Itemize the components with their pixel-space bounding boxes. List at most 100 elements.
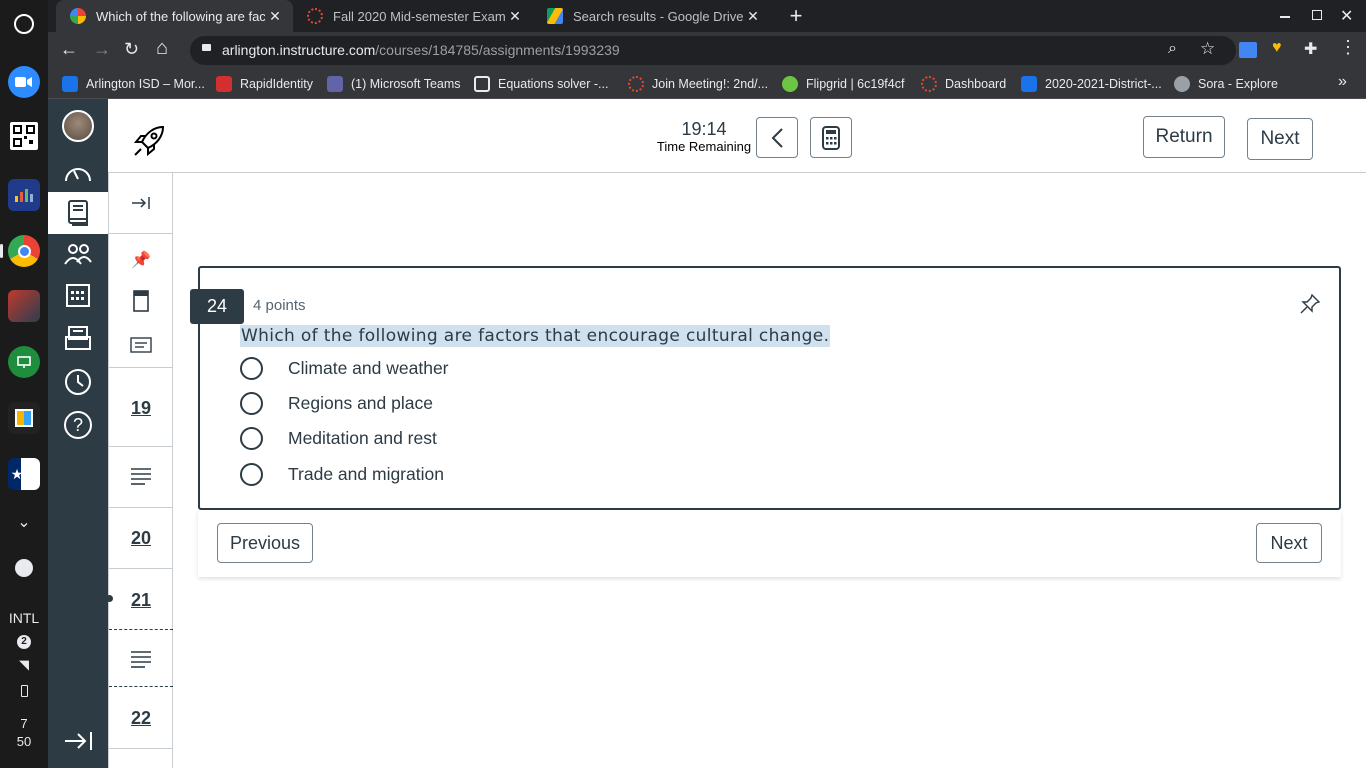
help-icon[interactable]: ?: [48, 404, 108, 446]
hide-timer-button[interactable]: [756, 117, 798, 158]
window-close-icon[interactable]: ✕: [1340, 6, 1353, 26]
question-text: Which of the following are factors that …: [240, 325, 831, 347]
clock-minute[interactable]: 50: [0, 734, 48, 749]
menu-dots-icon[interactable]: ⋮: [1339, 37, 1357, 58]
home-icon[interactable]: ⌂: [156, 37, 168, 60]
nav-separator: [109, 233, 173, 234]
text-block-icon[interactable]: [109, 461, 173, 491]
browser-toolbar: ← → ↻ ⌂ arlington.instructure.com/course…: [48, 32, 1366, 69]
more-bookmarks-icon[interactable]: »: [1338, 73, 1347, 91]
bookmark-join-meeting[interactable]: Join Meeting!: 2nd/...: [628, 76, 768, 92]
shelf-expand-chevron-icon[interactable]: ⌄: [0, 512, 48, 532]
wifi-icon[interactable]: ◥: [0, 657, 48, 673]
radio-button[interactable]: [240, 356, 263, 380]
nav-separator: [109, 507, 173, 508]
answer-label[interactable]: Meditation and rest: [288, 428, 437, 449]
account-avatar[interactable]: [48, 105, 108, 147]
minimize-icon[interactable]: [1280, 16, 1290, 18]
tab-quiz[interactable]: Which of the following are factors ✕: [56, 0, 293, 32]
url-text[interactable]: arlington.instructure.com/courses/184785…: [222, 42, 620, 58]
radio-button[interactable]: [240, 391, 263, 415]
bookmark-rapididentity[interactable]: RapidIdentity: [216, 76, 313, 92]
radio-button[interactable]: [240, 462, 263, 486]
timer-label: Time Remaining: [656, 139, 752, 154]
reload-icon[interactable]: ↻: [124, 39, 139, 60]
pin-question-icon[interactable]: [1300, 293, 1321, 319]
battery-icon[interactable]: [21, 685, 28, 697]
history-clock-icon[interactable]: [48, 361, 108, 403]
bookmark-arlington-isd[interactable]: Arlington ISD – Mor...: [62, 76, 205, 92]
question-points: 4 points: [253, 297, 306, 314]
calculator-button[interactable]: [810, 117, 852, 158]
bookmark-district[interactable]: 2020-2021-District-...: [1021, 76, 1162, 92]
answer-option[interactable]: Trade and migration: [240, 459, 444, 489]
document-nav-icon[interactable]: [109, 283, 173, 319]
text-block-icon[interactable]: [109, 644, 173, 674]
bookmark-star-icon[interactable]: ☆: [1200, 39, 1215, 59]
courses-icon[interactable]: [48, 192, 108, 234]
translate-extension-icon[interactable]: [1239, 42, 1257, 58]
ime-indicator[interactable]: INTL: [0, 610, 48, 626]
return-button[interactable]: Return: [1143, 116, 1225, 158]
bookmark-dashboard[interactable]: Dashboard: [921, 76, 1006, 92]
next-button[interactable]: Next: [1256, 523, 1322, 563]
qr-code-app-icon[interactable]: [10, 122, 38, 150]
previous-button[interactable]: Previous: [217, 523, 313, 563]
audio-icon[interactable]: [15, 559, 33, 577]
notification-badge[interactable]: 2: [17, 635, 31, 649]
bookmark-sora[interactable]: Sora - Explore: [1174, 76, 1278, 92]
lock-icon: [202, 44, 211, 51]
bookmark-equations-solver[interactable]: Equations solver -...: [474, 76, 608, 92]
inbox-icon[interactable]: [48, 317, 108, 359]
groups-icon[interactable]: [48, 233, 108, 275]
nav-separator: [109, 748, 173, 749]
expand-nav-icon[interactable]: [109, 173, 173, 233]
text-nav-icon[interactable]: [109, 327, 173, 363]
extensions-puzzle-icon[interactable]: ✚: [1304, 39, 1317, 59]
close-icon[interactable]: ✕: [743, 8, 763, 25]
chrome-app-icon[interactable]: [8, 235, 40, 267]
zoom-icon[interactable]: ⌕: [1168, 40, 1177, 58]
restore-icon[interactable]: [1312, 10, 1322, 20]
answer-label[interactable]: Regions and place: [288, 393, 433, 414]
data-manager-app-icon[interactable]: [8, 179, 40, 211]
dancer-app-icon[interactable]: [8, 290, 40, 322]
close-icon[interactable]: ✕: [505, 8, 525, 25]
forward-arrow-icon[interactable]: →: [93, 39, 111, 60]
answer-option[interactable]: Regions and place: [240, 388, 433, 418]
question-link-20[interactable]: 20: [109, 523, 173, 553]
zoom-app-icon[interactable]: [8, 66, 40, 98]
google-favicon-icon: [70, 8, 86, 24]
answer-option[interactable]: Climate and weather: [240, 353, 449, 383]
address-bar[interactable]: arlington.instructure.com/courses/184785…: [190, 36, 1236, 65]
rapididentity-logo-icon: [216, 76, 232, 92]
radio-button[interactable]: [240, 426, 263, 450]
tab-exam[interactable]: Fall 2020 Mid-semester Exam ✕: [293, 0, 533, 32]
bookmark-flipgrid[interactable]: Flipgrid | 6c19f4cf: [782, 76, 904, 92]
pin-nav-icon[interactable]: 📌: [109, 235, 173, 285]
back-arrow-icon[interactable]: ←: [60, 39, 78, 60]
question-link-22[interactable]: 22: [109, 703, 173, 733]
nav-separator: [109, 367, 173, 368]
tab-drive[interactable]: Search results - Google Drive ✕: [533, 0, 771, 32]
clock-hour[interactable]: 7: [0, 716, 48, 731]
close-icon[interactable]: ✕: [265, 8, 285, 25]
question-nav: 📌 19 20 21 22: [106, 173, 173, 768]
new-tab-button[interactable]: +: [785, 0, 807, 32]
calendar-icon[interactable]: [48, 274, 108, 316]
question-link-21[interactable]: 21: [109, 585, 173, 615]
answer-label[interactable]: Trade and migration: [288, 464, 444, 485]
collapse-nav-icon[interactable]: [48, 720, 108, 762]
heart-extension-icon[interactable]: ♥: [1272, 39, 1282, 57]
texas-flag-app-icon[interactable]: ★: [8, 458, 40, 490]
notebook-app-icon[interactable]: [8, 402, 40, 434]
bookmark-microsoft-teams[interactable]: (1) Microsoft Teams: [327, 76, 461, 92]
classroom-screen-app-icon[interactable]: [8, 346, 40, 378]
answer-option[interactable]: Meditation and rest: [240, 423, 437, 453]
question-link-19[interactable]: 19: [109, 393, 173, 423]
launcher-icon[interactable]: [14, 14, 34, 34]
answer-label[interactable]: Climate and weather: [288, 358, 449, 379]
header-next-button[interactable]: Next: [1247, 118, 1313, 160]
chevron-left-icon: [771, 127, 783, 148]
dashboard-icon[interactable]: [48, 151, 108, 193]
